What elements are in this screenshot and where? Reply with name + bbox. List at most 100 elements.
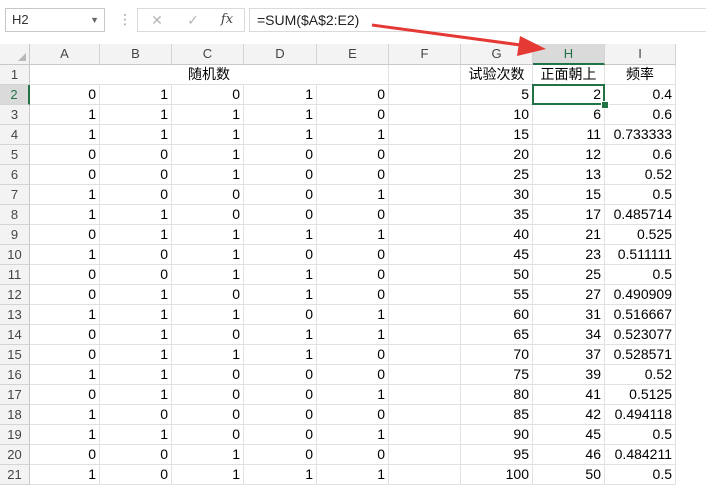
- cell-c21[interactable]: 1: [172, 465, 244, 485]
- cell-h7[interactable]: 15: [533, 185, 605, 205]
- column-header-c[interactable]: C: [172, 44, 244, 65]
- cell-e18[interactable]: 0: [317, 405, 389, 425]
- cell-f15[interactable]: [389, 345, 461, 365]
- cell-c4[interactable]: 1: [172, 125, 244, 145]
- cell-b4[interactable]: 1: [100, 125, 172, 145]
- cell-a14[interactable]: 0: [30, 325, 100, 345]
- cell-f13[interactable]: [389, 305, 461, 325]
- cell-h8[interactable]: 17: [533, 205, 605, 225]
- cell-h18[interactable]: 42: [533, 405, 605, 425]
- cell-d9[interactable]: 1: [244, 225, 317, 245]
- cell-h4[interactable]: 11: [533, 125, 605, 145]
- cell-a9[interactable]: 0: [30, 225, 100, 245]
- cell-i19[interactable]: 0.5: [605, 425, 676, 445]
- cell-h11[interactable]: 25: [533, 265, 605, 285]
- cell-c3[interactable]: 1: [172, 105, 244, 125]
- cell-c9[interactable]: 1: [172, 225, 244, 245]
- cell-f14[interactable]: [389, 325, 461, 345]
- cell-f21[interactable]: [389, 465, 461, 485]
- cell-f1[interactable]: [389, 65, 461, 85]
- cell-a2[interactable]: 0: [30, 85, 100, 105]
- cell-i17[interactable]: 0.5125: [605, 385, 676, 405]
- row-header-4[interactable]: 4: [0, 125, 30, 145]
- cell-d8[interactable]: 0: [244, 205, 317, 225]
- cell-i2[interactable]: 0.4: [605, 85, 676, 105]
- cell-d19[interactable]: 0: [244, 425, 317, 445]
- cell-c12[interactable]: 0: [172, 285, 244, 305]
- cell-e14[interactable]: 1: [317, 325, 389, 345]
- cell-a19[interactable]: 1: [30, 425, 100, 445]
- cell-i13[interactable]: 0.516667: [605, 305, 676, 325]
- cell-c2[interactable]: 0: [172, 85, 244, 105]
- insert-function-icon[interactable]: fx: [212, 9, 242, 31]
- cell-e9[interactable]: 1: [317, 225, 389, 245]
- cell-d3[interactable]: 1: [244, 105, 317, 125]
- cell-i6[interactable]: 0.52: [605, 165, 676, 185]
- cell-d6[interactable]: 0: [244, 165, 317, 185]
- cell-f19[interactable]: [389, 425, 461, 445]
- cell-d5[interactable]: 0: [244, 145, 317, 165]
- row-header-8[interactable]: 8: [0, 205, 30, 225]
- cell-f10[interactable]: [389, 245, 461, 265]
- cell-e10[interactable]: 0: [317, 245, 389, 265]
- cell-b12[interactable]: 1: [100, 285, 172, 305]
- cell-h2[interactable]: 2: [533, 85, 605, 105]
- cell-b9[interactable]: 1: [100, 225, 172, 245]
- cell-h21[interactable]: 50: [533, 465, 605, 485]
- cell-d20[interactable]: 0: [244, 445, 317, 465]
- cell-i14[interactable]: 0.523077: [605, 325, 676, 345]
- cell-a15[interactable]: 0: [30, 345, 100, 365]
- cell-b16[interactable]: 1: [100, 365, 172, 385]
- cell-h20[interactable]: 46: [533, 445, 605, 465]
- row-header-13[interactable]: 13: [0, 305, 30, 325]
- cell-g7[interactable]: 30: [461, 185, 533, 205]
- cell-d17[interactable]: 0: [244, 385, 317, 405]
- cell-e4[interactable]: 1: [317, 125, 389, 145]
- cell-i11[interactable]: 0.5: [605, 265, 676, 285]
- cell-g10[interactable]: 45: [461, 245, 533, 265]
- cell-i15[interactable]: 0.528571: [605, 345, 676, 365]
- column-header-d[interactable]: D: [244, 44, 317, 65]
- cell-c8[interactable]: 0: [172, 205, 244, 225]
- cell-e15[interactable]: 0: [317, 345, 389, 365]
- cell-b18[interactable]: 0: [100, 405, 172, 425]
- row-header-14[interactable]: 14: [0, 325, 30, 345]
- cell-a18[interactable]: 1: [30, 405, 100, 425]
- cell-i1[interactable]: 频率: [605, 65, 676, 85]
- cell-d16[interactable]: 0: [244, 365, 317, 385]
- cell-f11[interactable]: [389, 265, 461, 285]
- cell-g13[interactable]: 60: [461, 305, 533, 325]
- cell-b21[interactable]: 0: [100, 465, 172, 485]
- cell-h12[interactable]: 27: [533, 285, 605, 305]
- cell-a10[interactable]: 1: [30, 245, 100, 265]
- cell-d18[interactable]: 0: [244, 405, 317, 425]
- cell-i18[interactable]: 0.494118: [605, 405, 676, 425]
- cell-e20[interactable]: 0: [317, 445, 389, 465]
- cell-c11[interactable]: 1: [172, 265, 244, 285]
- cell-c7[interactable]: 0: [172, 185, 244, 205]
- cell-g18[interactable]: 85: [461, 405, 533, 425]
- cell-f18[interactable]: [389, 405, 461, 425]
- cell-i21[interactable]: 0.5: [605, 465, 676, 485]
- cell-f3[interactable]: [389, 105, 461, 125]
- row-header-21[interactable]: 21: [0, 465, 30, 485]
- cell-a3[interactable]: 1: [30, 105, 100, 125]
- cell-f7[interactable]: [389, 185, 461, 205]
- cell-g6[interactable]: 25: [461, 165, 533, 185]
- row-header-1[interactable]: 1: [0, 65, 30, 85]
- cell-g14[interactable]: 65: [461, 325, 533, 345]
- cell-a5[interactable]: 0: [30, 145, 100, 165]
- cell-b2[interactable]: 1: [100, 85, 172, 105]
- cell-f17[interactable]: [389, 385, 461, 405]
- cell-g8[interactable]: 35: [461, 205, 533, 225]
- cell-i5[interactable]: 0.6: [605, 145, 676, 165]
- row-header-12[interactable]: 12: [0, 285, 30, 305]
- cell-c17[interactable]: 0: [172, 385, 244, 405]
- cell-d11[interactable]: 1: [244, 265, 317, 285]
- cell-e6[interactable]: 0: [317, 165, 389, 185]
- cell-g9[interactable]: 40: [461, 225, 533, 245]
- cell-b5[interactable]: 0: [100, 145, 172, 165]
- cell-g3[interactable]: 10: [461, 105, 533, 125]
- column-header-f[interactable]: F: [389, 44, 461, 65]
- cell-e11[interactable]: 0: [317, 265, 389, 285]
